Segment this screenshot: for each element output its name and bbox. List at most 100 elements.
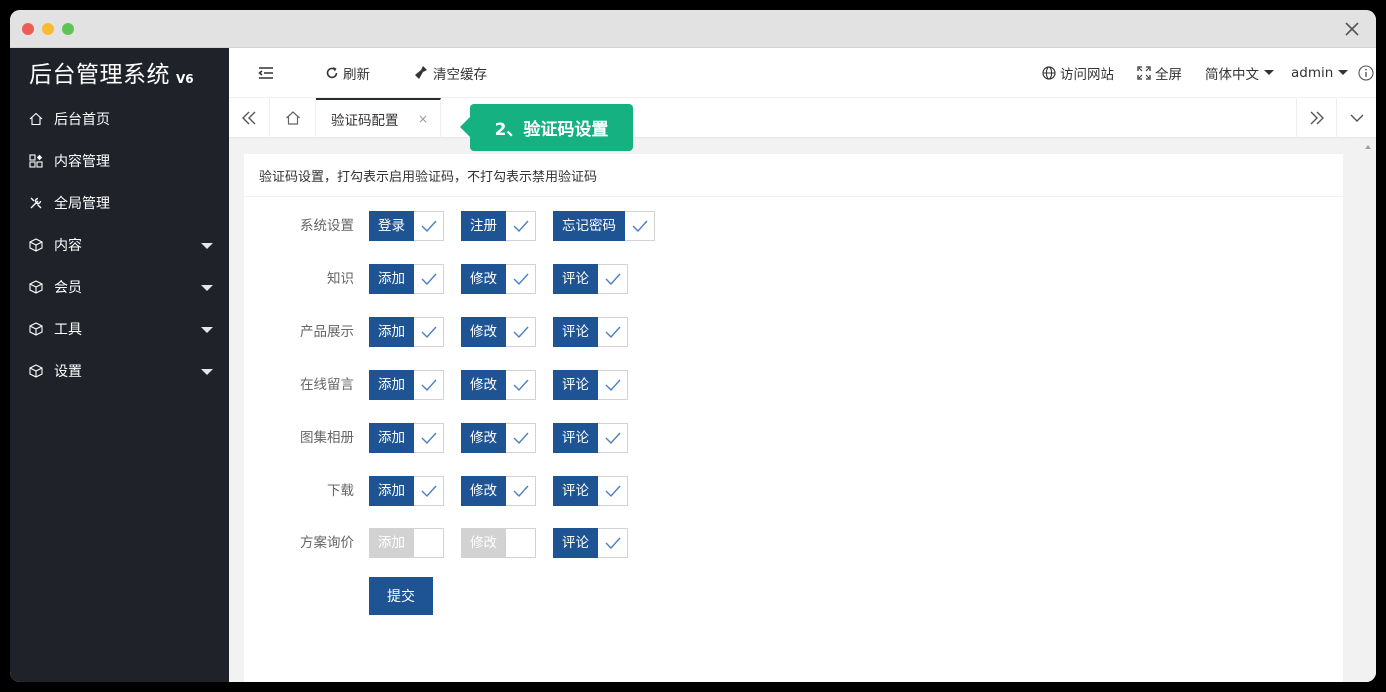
form-row: 系统设置 登录 注册 忘记密码 <box>244 211 1343 241</box>
empty-check-icon <box>414 529 443 557</box>
fullscreen-button[interactable]: 全屏 <box>1137 48 1182 98</box>
indent-icon <box>258 67 273 79</box>
captcha-checkbox[interactable]: 评论 <box>553 317 628 347</box>
logo: 后台管理系统 V6 <box>10 48 229 98</box>
captcha-checkbox[interactable]: 添加 <box>369 423 444 453</box>
checkbox-label: 注册 <box>461 211 506 241</box>
checkbox-label: 评论 <box>553 317 598 347</box>
tabs-bar: 验证码配置 × 2、验证码设置 <box>229 98 1376 151</box>
chevron-down-icon <box>1350 114 1363 122</box>
form-row: 在线留言 添加 修改 评论 <box>244 370 1343 400</box>
home-icon <box>285 111 300 125</box>
checkmark-icon <box>598 371 627 399</box>
sidebar-item-label: 设置 <box>54 364 82 380</box>
checkmark-icon <box>414 265 443 293</box>
user-dropdown[interactable]: admin <box>1291 48 1350 98</box>
tab-close-icon[interactable]: × <box>418 112 428 126</box>
language-dropdown[interactable]: 简体中文 <box>1205 48 1276 98</box>
checkbox-label: 修改 <box>461 423 506 453</box>
tab-home[interactable] <box>269 98 316 138</box>
captcha-checkbox[interactable]: 修改 <box>461 317 536 347</box>
refresh-button[interactable]: 刷新 <box>325 48 370 98</box>
checkbox-label: 评论 <box>553 264 598 294</box>
caret-down-icon <box>1264 70 1274 75</box>
checkmark-icon <box>598 529 627 557</box>
caret-down-icon <box>201 243 213 249</box>
sidebar-toggle-button[interactable] <box>258 48 278 98</box>
checkmark-icon <box>414 424 443 452</box>
close-icon[interactable] <box>1342 19 1362 39</box>
double-chevron-right-icon <box>1310 111 1324 125</box>
content-area: 验证码设置，打勾表示启用验证码，不打勾表示禁用验证码 系统设置 登录 注册 忘记密码知… <box>229 139 1376 682</box>
fullscreen-icon <box>1137 66 1151 80</box>
clear-cache-button[interactable]: 清空缓存 <box>413 48 487 98</box>
sidebar-item-content[interactable]: 内容 <box>10 224 229 266</box>
info-button[interactable] <box>1358 48 1376 98</box>
logo-name: 后台管理系统 <box>29 62 170 88</box>
captcha-checkbox[interactable]: 注册 <box>461 211 536 241</box>
sidebar-item-global-manage[interactable]: 全局管理 <box>10 182 229 224</box>
card-description: 验证码设置，打勾表示启用验证码，不打勾表示禁用验证码 <box>244 154 1343 197</box>
form-row-label: 在线留言 <box>300 377 354 393</box>
caret-down-icon <box>201 369 213 375</box>
checkmark-icon <box>506 265 535 293</box>
form-row-label: 方案询价 <box>300 535 354 551</box>
sidebar: 后台管理系统 V6 后台首页内容管理全局管理内容 会员 工具设置 <box>10 48 229 682</box>
tabs-scroll-left-button[interactable] <box>229 98 269 138</box>
captcha-checkbox[interactable]: 忘记密码 <box>553 211 655 241</box>
window-maximize-dot[interactable] <box>62 23 74 35</box>
checkmark-icon <box>414 212 443 240</box>
checkbox-label: 评论 <box>553 476 598 506</box>
captcha-checkbox[interactable]: 添加 <box>369 370 444 400</box>
apps-icon <box>28 153 44 169</box>
home-icon <box>28 111 44 127</box>
top-header: 刷新 清空缓存 访问网站 全屏 简体中文 admin <box>229 48 1376 98</box>
tabs-menu-button[interactable] <box>1336 98 1376 138</box>
captcha-checkbox[interactable]: 修改 <box>461 476 536 506</box>
sidebar-item-home[interactable]: 后台首页 <box>10 98 229 140</box>
captcha-checkbox[interactable]: 修改 <box>461 528 536 558</box>
submit-button[interactable]: 提交 <box>369 577 433 615</box>
sidebar-item-label: 全局管理 <box>54 196 110 212</box>
captcha-checkbox[interactable]: 添加 <box>369 528 444 558</box>
captcha-checkbox[interactable]: 添加 <box>369 317 444 347</box>
captcha-checkbox[interactable]: 修改 <box>461 264 536 294</box>
scroll-up-arrow-icon[interactable] <box>1365 145 1371 149</box>
captcha-checkbox[interactable]: 评论 <box>553 528 628 558</box>
clear-cache-label: 清空缓存 <box>433 67 487 83</box>
fullscreen-label: 全屏 <box>1155 67 1182 83</box>
sidebar-item-member[interactable]: 会员 <box>10 266 229 308</box>
tab-captcha-config[interactable]: 验证码配置 × <box>316 98 441 138</box>
empty-check-icon <box>506 529 535 557</box>
visit-site-button[interactable]: 访问网站 <box>1042 48 1114 98</box>
sidebar-item-label: 后台首页 <box>54 112 110 128</box>
cube-icon <box>28 237 44 253</box>
form-row: 产品展示 添加 修改 评论 <box>244 317 1343 347</box>
captcha-checkbox[interactable]: 添加 <box>369 476 444 506</box>
window-minimize-dot[interactable] <box>42 23 54 35</box>
captcha-checkbox[interactable]: 修改 <box>461 423 536 453</box>
broom-icon <box>415 66 427 79</box>
checkbox-label: 修改 <box>461 317 506 347</box>
tools-icon <box>28 195 44 211</box>
captcha-checkbox[interactable]: 修改 <box>461 370 536 400</box>
app-window: 后台管理系统 V6 后台首页内容管理全局管理内容 会员 工具设置 刷新 清空缓存 访… <box>10 10 1376 682</box>
checkmark-icon <box>598 318 627 346</box>
form-row: 图集相册 添加 修改 评论 <box>244 423 1343 453</box>
tabs-scroll-right-button[interactable] <box>1296 98 1336 138</box>
sidebar-item-tools[interactable]: 工具 <box>10 308 229 350</box>
captcha-checkbox[interactable]: 添加 <box>369 264 444 294</box>
cube-icon <box>28 321 44 337</box>
sidebar-item-content-manage[interactable]: 内容管理 <box>10 140 229 182</box>
captcha-checkbox[interactable]: 评论 <box>553 264 628 294</box>
window-titlebar <box>10 10 1376 48</box>
sidebar-item-settings[interactable]: 设置 <box>10 350 229 392</box>
captcha-checkbox[interactable]: 评论 <box>553 370 628 400</box>
checkmark-icon <box>598 265 627 293</box>
captcha-checkbox[interactable]: 登录 <box>369 211 444 241</box>
sidebar-menu: 后台首页内容管理全局管理内容 会员 工具设置 <box>10 98 229 392</box>
window-close-dot[interactable] <box>22 23 34 35</box>
scrollbar[interactable] <box>1359 139 1376 682</box>
captcha-checkbox[interactable]: 评论 <box>553 423 628 453</box>
captcha-checkbox[interactable]: 评论 <box>553 476 628 506</box>
